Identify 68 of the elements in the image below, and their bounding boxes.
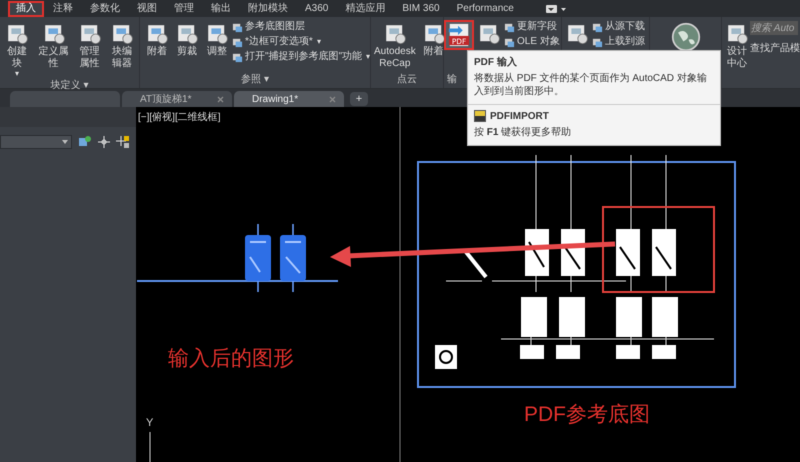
ribbon-button[interactable]: 更新字段 [504, 21, 560, 33]
search-field[interactable]: 搜索 Auto [750, 21, 798, 35]
layers-icon [504, 36, 515, 48]
ribbon-button[interactable]: 参考底图图层 [232, 21, 370, 33]
layers-icon [592, 36, 603, 48]
ribbon-button[interactable]: 创建块 ▾ [2, 20, 32, 80]
ribbon-button[interactable]: 调整 [202, 20, 232, 60]
ribbon-tab[interactable]: 精选应用 [337, 0, 394, 16]
layers-icon [232, 52, 243, 62]
ribbon-tab[interactable]: 插入 [8, 0, 44, 16]
ribbon-tab[interactable]: BIM 360 [394, 0, 448, 16]
command-name: PDFIMPORT [490, 110, 549, 122]
document-icon [477, 22, 501, 46]
ribbon-toggle-icon[interactable] [544, 4, 567, 14]
annotation-text: 输入后的图形 [168, 346, 294, 372]
panel-title[interactable]: 输 [447, 74, 457, 85]
ribbon-button[interactable]: 剪裁 [172, 20, 202, 60]
ribbon-button[interactable]: Autodesk ReCap [371, 20, 419, 72]
panel-title[interactable]: 块定义 ▾ [50, 80, 88, 91]
close-icon[interactable] [217, 96, 224, 102]
ribbon-tab[interactable]: 参数化 [82, 0, 128, 16]
file-tab[interactable]: AT顶旋梯1* [122, 91, 232, 107]
imported-door-drawing [245, 223, 306, 293]
ribbon-tab[interactable]: 注释 [45, 0, 81, 16]
help-text: 按 F1 键获得更多帮助 [474, 126, 572, 139]
crosshair-icon[interactable] [98, 136, 110, 148]
ribbon-tab[interactable]: Performance [448, 0, 522, 16]
viewport-label[interactable]: [−][俯视][二维线框] [138, 110, 221, 124]
document-icon [175, 22, 199, 46]
new-tab-button[interactable]: + [350, 92, 368, 106]
panel-title[interactable]: 参照 ▾ [241, 74, 269, 85]
ribbon-button[interactable]: OLE 对象 [504, 36, 560, 48]
crosshair-icon[interactable] [116, 135, 130, 149]
ribbon-tab[interactable]: 管理 [166, 0, 202, 16]
panel-title[interactable]: 点云 [397, 74, 417, 85]
ribbon-button[interactable]: 管理属性 [74, 20, 105, 72]
ribbon-tab[interactable]: 输出 [203, 0, 239, 16]
axis-label: Y [146, 417, 154, 429]
ribbon-button[interactable]: 设计中心 [722, 20, 752, 72]
document-icon [725, 22, 749, 46]
document-icon [5, 22, 30, 46]
search-label: 查找产品模 [750, 42, 800, 55]
document-icon [145, 22, 169, 46]
tooltip-title: PDF 输入 [474, 56, 518, 69]
document-icon [205, 22, 229, 46]
caret-icon [62, 140, 68, 144]
ribbon-tab[interactable]: 视图 [129, 0, 165, 16]
compass-drawing [435, 345, 457, 369]
file-tab[interactable]: Drawing1* [234, 91, 344, 107]
ribbon-button[interactable]: 块编辑器 [106, 20, 137, 72]
layers-icon [504, 22, 515, 32]
layers-icon [592, 22, 603, 32]
tooltip-description: 将数据从 PDF 文件的某个页面作为 AutoCAD 对象输入到到当前图形中。 [474, 72, 708, 98]
command-icon [474, 110, 486, 122]
layers-icon [232, 36, 243, 48]
ribbon-tab[interactable]: A360 [297, 0, 336, 16]
ribbon-button[interactable]: *边框可变选项* ▾ [232, 36, 370, 48]
globe-icon [670, 22, 700, 52]
ribbon-button[interactable]: 打开"捕捉到参考底图"功能 ▾ [232, 51, 370, 63]
layers-icon [232, 22, 243, 32]
ribbon-button[interactable]: 从源下载 [592, 21, 645, 33]
ribbon-button[interactable]: 定义属性 [34, 20, 73, 72]
document-icon [565, 22, 589, 46]
ribbon-button[interactable]: 附着 [142, 20, 172, 60]
ribbon-button[interactable]: 上载到源 [592, 36, 645, 48]
annotation-text: PDF参考底图 [524, 402, 650, 428]
layers-icon[interactable] [78, 135, 92, 149]
ribbon-tab[interactable]: 附加模块 [240, 0, 296, 16]
